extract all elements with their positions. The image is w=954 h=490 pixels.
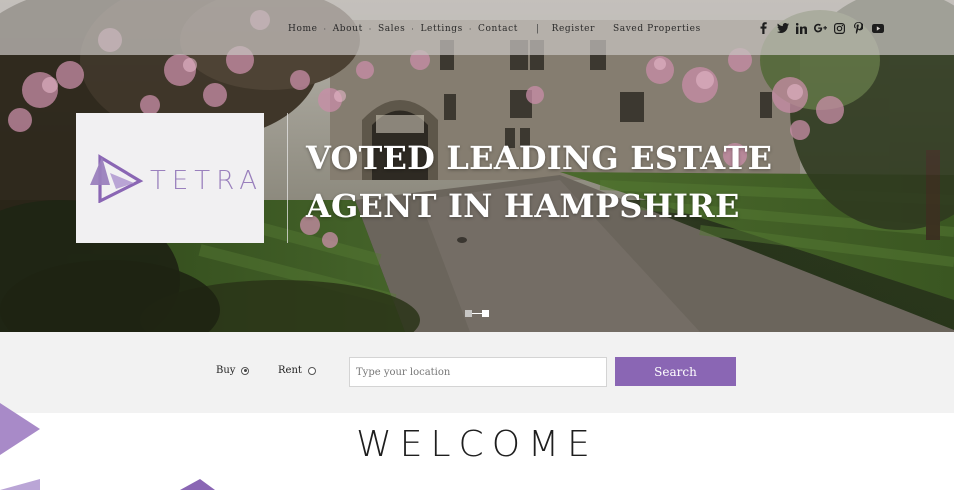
pinterest-icon[interactable] [852,22,865,35]
nav-divider: | [535,24,540,34]
google-plus-icon[interactable] [814,22,827,35]
slider-dot-2-active[interactable] [482,310,489,317]
brand-name: TETRA [150,166,263,196]
nav-separator: · [411,24,415,34]
location-search-input[interactable] [349,357,607,387]
welcome-heading: WELCOME [356,424,598,465]
rent-option[interactable]: Rent [278,365,316,376]
nav-item-sales[interactable]: Sales [378,24,405,34]
buy-option[interactable]: Buy [216,365,250,376]
buy-label: Buy [216,365,236,376]
nav-item-lettings[interactable]: Lettings [420,24,462,34]
buy-radio[interactable] [241,366,250,375]
slider-dot-connector [472,313,482,314]
hero-headline-line-1: VOTED LEADING ESTATE [306,139,773,177]
nav-item-register[interactable]: Register [552,24,595,34]
hero-headline-line-2: AGENT IN HAMPSHIRE [306,187,740,225]
twitter-icon[interactable] [776,22,789,35]
linkedin-icon[interactable] [795,22,808,35]
search-button[interactable]: Search [615,357,736,386]
hero-headline: VOTED LEADING ESTATE AGENT IN HAMPSHIRE [306,134,773,230]
rent-radio[interactable] [307,366,316,375]
nav-item-saved-properties[interactable]: Saved Properties [613,24,701,34]
slider-pagination [465,310,489,317]
nav-separator: · [468,24,473,34]
nav-separator: · [368,24,372,34]
nav-separator: · [323,24,327,34]
instagram-icon[interactable] [833,22,846,35]
main-nav: Home · About · Sales · Lettings · Contac… [288,22,701,36]
nav-item-home[interactable]: Home [288,24,318,34]
tetra-logo-icon [90,154,144,203]
nav-item-about[interactable]: About [333,24,363,34]
slider-dot-1[interactable] [465,310,472,317]
facebook-icon[interactable] [757,22,770,35]
social-links [757,21,884,35]
nav-item-contact[interactable]: Contact [478,24,518,34]
hero-divider [287,113,288,243]
youtube-icon[interactable] [871,22,884,35]
rent-label: Rent [278,365,302,376]
